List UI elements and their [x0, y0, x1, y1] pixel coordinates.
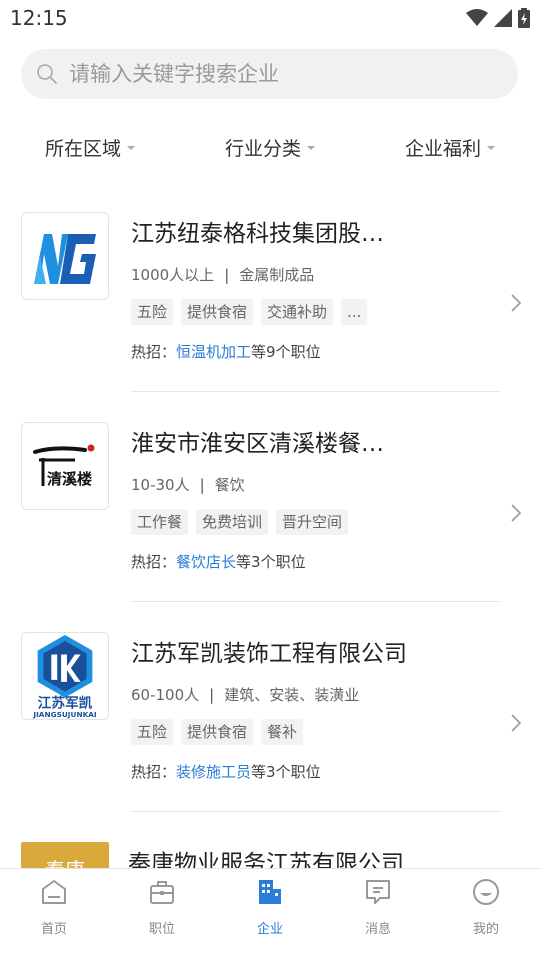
benefit-tag: 五险 — [131, 299, 174, 325]
company-meta: 10-30人 | 餐饮 — [131, 474, 245, 495]
benefit-tag: 五险 — [131, 719, 174, 745]
benefit-tags: 工作餐 免费培训 晋升空间 — [131, 509, 349, 535]
filter-region[interactable]: 所在区域 — [0, 125, 180, 169]
logo-text-en: JIANGSUJUNKAI — [32, 710, 97, 719]
company-logo: 江苏军凯 JIANGSUJUNKAI — [21, 632, 109, 720]
tab-home-label: 首页 — [40, 922, 67, 937]
status-time: 12:15 — [10, 6, 68, 30]
hot-job-link[interactable]: 恒温机加工 — [176, 343, 251, 361]
caret-down-icon — [487, 146, 495, 150]
company-name: 江苏纽泰格科技集团股… — [131, 221, 384, 247]
company-size: 10-30人 — [131, 476, 190, 494]
company-size: 1000人以上 — [131, 266, 215, 284]
logo-text: 秦唐 — [45, 854, 85, 868]
search-input[interactable] — [69, 62, 499, 86]
logo-text: 清溪楼 — [47, 470, 92, 488]
company-name: 江苏军凯装饰工程有限公司 — [131, 641, 407, 667]
company-industry: 金属制成品 — [239, 266, 315, 284]
divider — [131, 391, 500, 392]
filter-benefits[interactable]: 企业福利 — [360, 125, 540, 169]
hot-prefix: 热招： — [131, 343, 177, 361]
tab-messages-label: 消息 — [364, 922, 391, 937]
hot-jobs: 热招：装修施工员等3个职位 — [131, 761, 321, 782]
search-icon — [37, 64, 57, 84]
chevron-right-icon — [511, 504, 522, 522]
hot-prefix: 热招： — [131, 553, 177, 571]
hot-suffix: 等3个职位 — [236, 553, 306, 571]
hot-jobs: 热招：恒温机加工等9个职位 — [131, 341, 321, 362]
hot-prefix: 热招： — [131, 763, 177, 781]
status-bar: 12:15 — [0, 0, 540, 38]
company-card[interactable]: 江苏军凯 JIANGSUJUNKAI 江苏军凯装饰工程有限公司 60-100人 … — [0, 632, 540, 842]
bottom-tab-bar: 首页 职位 企业 消息 我的 — [0, 868, 540, 961]
company-name: 淮安市淮安区清溪楼餐… — [131, 431, 384, 457]
company-size: 60-100人 — [131, 686, 200, 704]
company-card[interactable]: 秦唐 秦唐物业服务江苏有限公司 — [0, 842, 540, 868]
benefit-tag-more: ... — [341, 299, 368, 325]
hot-job-link[interactable]: 装修施工员 — [176, 763, 251, 781]
filter-industry[interactable]: 行业分类 — [180, 125, 360, 169]
company-industry: 餐饮 — [214, 476, 245, 494]
qingxilou-logo: 清溪楼 — [33, 444, 95, 488]
benefit-tag: 提供食宿 — [181, 719, 254, 745]
wifi-icon — [466, 9, 488, 26]
filter-bar: 所在区域 行业分类 企业福利 — [0, 125, 540, 169]
ntg-logo — [34, 234, 96, 284]
hot-job-link[interactable]: 餐饮店长 — [176, 553, 236, 571]
chevron-right-icon — [511, 294, 522, 312]
benefit-tags: 五险 提供食宿 餐补 — [131, 719, 304, 745]
caret-down-icon — [127, 146, 135, 150]
hot-suffix: 等9个职位 — [251, 343, 321, 361]
briefcase-icon — [150, 881, 174, 904]
tab-home[interactable]: 首页 — [0, 869, 108, 961]
tab-profile[interactable]: 我的 — [432, 869, 540, 961]
company-logo — [21, 212, 109, 300]
benefit-tags: 五险 提供食宿 交通补助 ... — [131, 299, 368, 325]
company-meta: 60-100人 | 建筑、安装、装潢业 — [131, 684, 359, 705]
home-icon — [42, 880, 66, 904]
company-meta: 1000人以上 | 金属制成品 — [131, 264, 314, 285]
hot-suffix: 等3个职位 — [251, 763, 321, 781]
benefit-tag: 工作餐 — [131, 509, 189, 535]
company-industry: 建筑、安装、装潢业 — [224, 686, 360, 704]
benefit-tag: 餐补 — [261, 719, 304, 745]
search-bar[interactable] — [21, 49, 518, 99]
caret-down-icon — [307, 146, 315, 150]
tab-company[interactable]: 企业 — [216, 869, 324, 961]
meta-separator: | — [209, 685, 215, 704]
tab-messages[interactable]: 消息 — [324, 869, 432, 961]
filter-industry-label: 行业分类 — [224, 137, 301, 160]
company-name: 秦唐物业服务江苏有限公司 — [128, 851, 404, 868]
building-icon — [259, 880, 281, 904]
junkai-logo: 江苏军凯 JIANGSUJUNKAI — [32, 634, 97, 719]
message-icon — [366, 880, 390, 904]
meta-separator: | — [199, 475, 205, 494]
benefit-tag: 交通补助 — [261, 299, 334, 325]
divider — [131, 601, 500, 602]
benefit-tag: 提供食宿 — [181, 299, 254, 325]
tab-profile-label: 我的 — [472, 922, 499, 937]
meta-separator: | — [224, 265, 230, 284]
tab-jobs-label: 职位 — [148, 922, 175, 937]
benefit-tag: 免费培训 — [196, 509, 269, 535]
filter-region-label: 所在区域 — [44, 137, 121, 160]
company-card[interactable]: 清溪楼 淮安市淮安区清溪楼餐… 10-30人 | 餐饮 工作餐 免费培训 晋升空… — [0, 422, 540, 632]
filter-benefits-label: 企业福利 — [404, 137, 481, 160]
tab-company-label: 企业 — [256, 922, 283, 937]
company-logo: 秦唐 — [21, 842, 109, 868]
company-card[interactable]: 江苏纽泰格科技集团股… 1000人以上 | 金属制成品 五险 提供食宿 交通补助… — [0, 212, 540, 422]
company-logo: 清溪楼 — [21, 422, 109, 510]
chevron-right-icon — [511, 714, 522, 732]
tab-jobs[interactable]: 职位 — [108, 869, 216, 961]
profile-icon — [473, 879, 499, 905]
logo-text-cn: 江苏军凯 — [38, 694, 93, 711]
cellular-signal-icon — [494, 9, 512, 27]
status-icons — [466, 8, 530, 28]
benefit-tag: 晋升空间 — [276, 509, 349, 535]
hot-jobs: 热招：餐饮店长等3个职位 — [131, 551, 306, 572]
divider — [131, 811, 500, 812]
battery-icon — [518, 8, 530, 28]
